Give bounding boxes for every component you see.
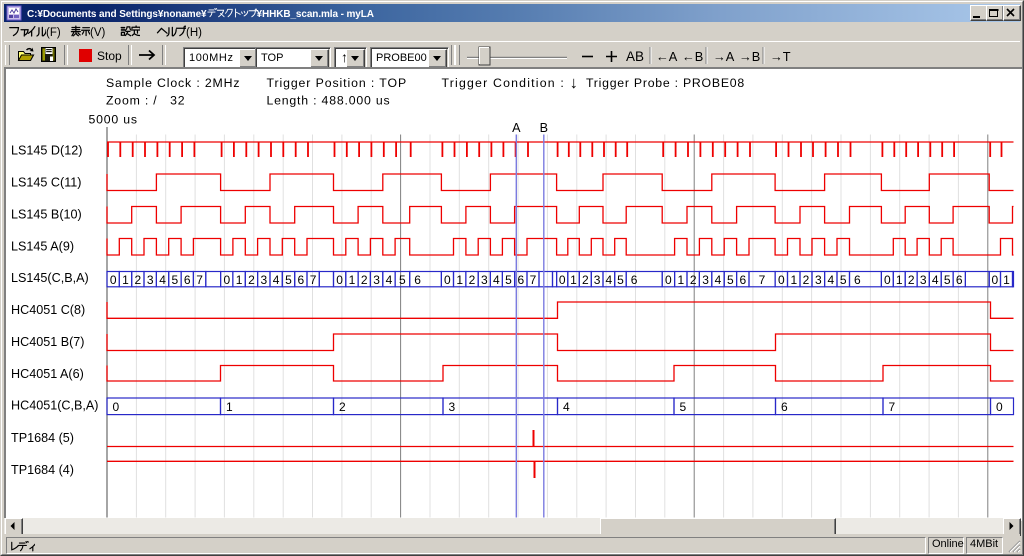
- svg-text:7: 7: [530, 273, 537, 287]
- svg-text:2: 2: [803, 273, 810, 287]
- svg-text:6: 6: [517, 273, 524, 287]
- svg-text:4: 4: [932, 273, 939, 287]
- svg-text:1: 1: [226, 400, 233, 414]
- svg-text:4: 4: [715, 273, 722, 287]
- svg-text:3: 3: [594, 273, 601, 287]
- svg-text:3: 3: [449, 400, 456, 414]
- svg-text:A: A: [512, 121, 521, 135]
- svg-text:TP1684 (5): TP1684 (5): [11, 431, 74, 445]
- svg-text:0: 0: [778, 273, 785, 287]
- svg-text:5000 us: 5000 us: [89, 113, 138, 127]
- svg-text:1: 1: [349, 273, 356, 287]
- svg-text:6: 6: [414, 273, 421, 287]
- svg-text:0: 0: [884, 273, 891, 287]
- svg-text:Trigger Position : TOP: Trigger Position : TOP: [267, 76, 408, 90]
- svg-text:5: 5: [285, 273, 292, 287]
- svg-text:LS145 D(12): LS145 D(12): [11, 143, 82, 157]
- svg-text:5: 5: [617, 273, 624, 287]
- svg-text:0: 0: [444, 273, 451, 287]
- svg-text:2: 2: [248, 273, 255, 287]
- svg-text:2: 2: [134, 273, 141, 287]
- svg-text:6: 6: [184, 273, 191, 287]
- svg-text:7: 7: [759, 273, 766, 287]
- svg-text:4: 4: [386, 273, 393, 287]
- svg-text:LS145 B(10): LS145 B(10): [11, 207, 82, 221]
- svg-text:LS145 C(11): LS145 C(11): [11, 175, 81, 189]
- svg-text:6: 6: [781, 400, 788, 414]
- svg-text:0: 0: [113, 400, 120, 414]
- svg-text:4: 4: [159, 273, 166, 287]
- svg-text:7: 7: [310, 273, 317, 287]
- svg-text:TP1684 (4): TP1684 (4): [11, 463, 74, 477]
- svg-text:1: 1: [790, 273, 797, 287]
- svg-text:Trigger Probe : PROBE08: Trigger Probe : PROBE08: [586, 76, 745, 90]
- svg-text:1: 1: [456, 273, 463, 287]
- svg-text:5: 5: [944, 273, 951, 287]
- svg-text:3: 3: [373, 273, 380, 287]
- svg-text:2: 2: [339, 400, 346, 414]
- svg-text:2: 2: [469, 273, 476, 287]
- svg-text:3: 3: [702, 273, 709, 287]
- svg-text:5: 5: [399, 273, 406, 287]
- svg-text:2: 2: [908, 273, 915, 287]
- svg-text:LS145(C,B,A): LS145(C,B,A): [11, 271, 89, 285]
- svg-text:6: 6: [956, 273, 963, 287]
- svg-text:1: 1: [896, 273, 903, 287]
- svg-text:HC4051 C(8): HC4051 C(8): [11, 303, 85, 317]
- svg-text:5: 5: [727, 273, 734, 287]
- svg-text:5: 5: [505, 273, 512, 287]
- svg-text:2: 2: [690, 273, 697, 287]
- svg-text:6: 6: [739, 273, 746, 287]
- svg-text:Sample Clock : 2MHz: Sample Clock : 2MHz: [106, 76, 240, 90]
- svg-text:6: 6: [631, 273, 638, 287]
- svg-text:1: 1: [236, 273, 243, 287]
- svg-text:3: 3: [147, 273, 154, 287]
- svg-text:3: 3: [481, 273, 488, 287]
- svg-text:Trigger Condition : ↓: Trigger Condition : ↓: [442, 74, 580, 92]
- svg-text:4: 4: [563, 400, 570, 414]
- svg-text:0: 0: [223, 273, 230, 287]
- svg-text:7: 7: [196, 273, 203, 287]
- svg-text:4: 4: [606, 273, 613, 287]
- svg-text:7: 7: [889, 400, 896, 414]
- svg-text:5: 5: [172, 273, 179, 287]
- svg-text:0: 0: [665, 273, 672, 287]
- svg-text:5: 5: [680, 400, 687, 414]
- svg-text:2: 2: [361, 273, 368, 287]
- svg-text:3: 3: [920, 273, 927, 287]
- svg-text:1: 1: [1003, 273, 1010, 287]
- svg-text:4: 4: [493, 273, 500, 287]
- svg-text:6: 6: [298, 273, 305, 287]
- svg-text:5: 5: [840, 273, 847, 287]
- svg-text:B: B: [540, 121, 548, 135]
- svg-text:1: 1: [677, 273, 684, 287]
- svg-text:3: 3: [815, 273, 822, 287]
- svg-text:1: 1: [122, 273, 129, 287]
- svg-text:2: 2: [582, 273, 589, 287]
- svg-text:Length : 488.000 us: Length : 488.000 us: [267, 94, 391, 108]
- svg-text:HC4051 B(7): HC4051 B(7): [11, 335, 85, 349]
- svg-text:0: 0: [992, 273, 999, 287]
- svg-text:LS145 A(9): LS145 A(9): [11, 239, 74, 253]
- svg-text:4: 4: [827, 273, 834, 287]
- svg-text:4: 4: [273, 273, 280, 287]
- svg-text:0: 0: [336, 273, 343, 287]
- svg-text:HC4051 A(6): HC4051 A(6): [11, 367, 84, 381]
- svg-text:0: 0: [110, 273, 117, 287]
- svg-text:HC4051(C,B,A): HC4051(C,B,A): [11, 399, 99, 413]
- svg-text:Zoom : / 32: Zoom : / 32: [106, 94, 185, 108]
- svg-text:1: 1: [570, 273, 577, 287]
- svg-text:3: 3: [260, 273, 267, 287]
- svg-text:6: 6: [854, 273, 861, 287]
- svg-text:0: 0: [996, 400, 1003, 414]
- svg-text:0: 0: [559, 273, 566, 287]
